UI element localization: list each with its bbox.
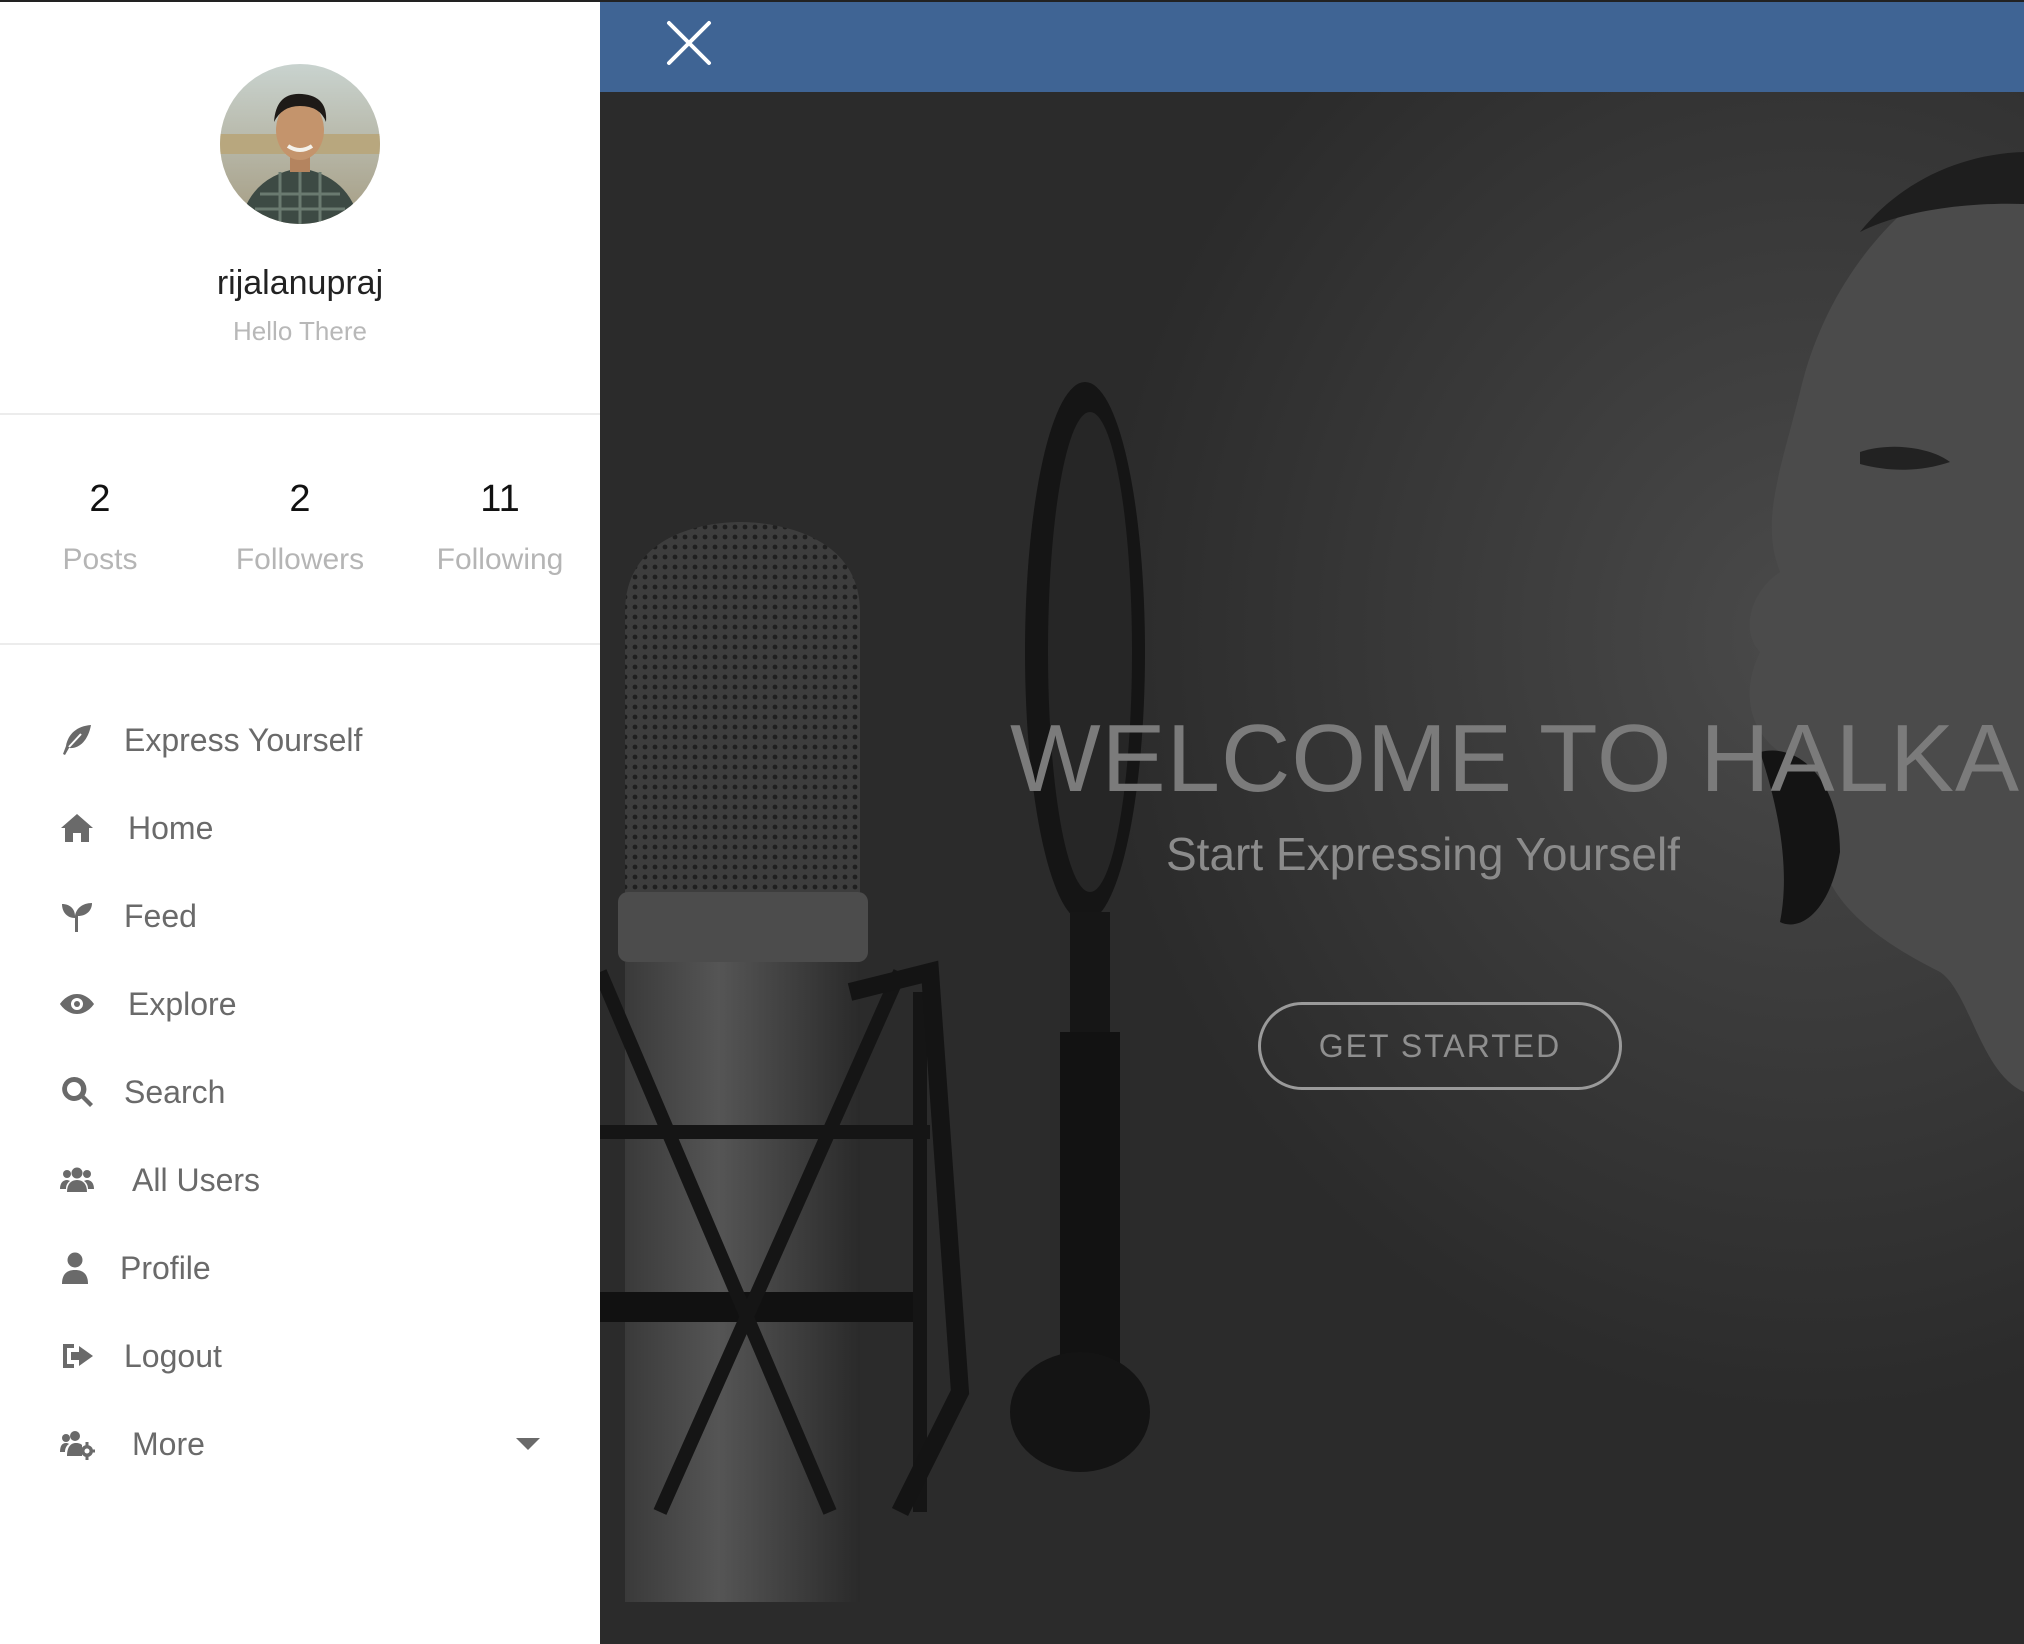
sidebar-item-logout[interactable]: Logout [0,1326,600,1386]
sidebar-item-label: More [132,1426,205,1462]
avatar-image [220,64,380,224]
feather-icon [58,722,96,758]
stat-posts-value: 2 [89,478,111,520]
sidebar-item-label: Search [124,1074,226,1110]
sidebar-item-profile[interactable]: Profile [0,1238,600,1298]
sidebar-item-label: Home [128,810,214,846]
home-icon [58,810,96,846]
stat-following-value: 11 [480,478,520,520]
stat-posts-label: Posts [62,543,138,576]
users-icon [58,1162,96,1198]
stat-following[interactable]: 11 Following [400,478,600,577]
sidebar-item-label: Feed [124,898,197,934]
sidebar-item-feed[interactable]: Feed [0,886,600,946]
logout-icon [58,1338,96,1374]
divider [0,413,600,415]
stat-following-label: Following [436,543,564,576]
sidebar-item-express-yourself[interactable]: Express Yourself [0,710,600,770]
chevron-down-icon[interactable] [516,1438,540,1450]
sidebar-item-label: Logout [124,1338,222,1374]
seedling-icon [58,898,96,934]
search-icon [58,1074,96,1110]
stat-followers[interactable]: 2 Followers [200,478,400,577]
user-icon [58,1250,96,1286]
hero-section: WELCOME TO HALKAPAN Start Expressing You… [600,92,2024,1644]
sidebar-item-label: Explore [128,986,237,1022]
username: rijalanupraj [216,264,384,302]
sidebar-item-more[interactable]: More [0,1414,600,1474]
bio-text: Hello There [233,316,367,346]
sidebar-item-search[interactable]: Search [0,1062,600,1122]
sidebar-item-label: Express Yourself [124,722,363,758]
divider [0,643,600,645]
hero-title: WELCOME TO HALKAPAN [1010,705,2024,812]
sidebar-item-all-users[interactable]: All Users [0,1150,600,1210]
get-started-button[interactable]: GET STARTED [1258,1002,1622,1090]
eye-icon [58,986,96,1022]
sidebar-item-explore[interactable]: Explore [0,974,600,1034]
users-cog-icon [58,1426,96,1462]
top-bar [600,0,2024,92]
hero-subtitle: Start Expressing Yourself [1166,828,1680,880]
sidebar: rijalanupraj Hello There 2 Posts 2 Follo… [0,0,600,1644]
avatar[interactable] [220,64,380,224]
close-icon [667,21,711,65]
stat-followers-value: 2 [289,478,311,520]
sidebar-item-label: All Users [132,1162,261,1198]
stat-followers-label: Followers [235,543,365,576]
sidebar-item-home[interactable]: Home [0,798,600,858]
sidebar-item-label: Profile [120,1250,211,1286]
close-button[interactable] [666,20,712,66]
stat-posts[interactable]: 2 Posts [0,478,200,577]
